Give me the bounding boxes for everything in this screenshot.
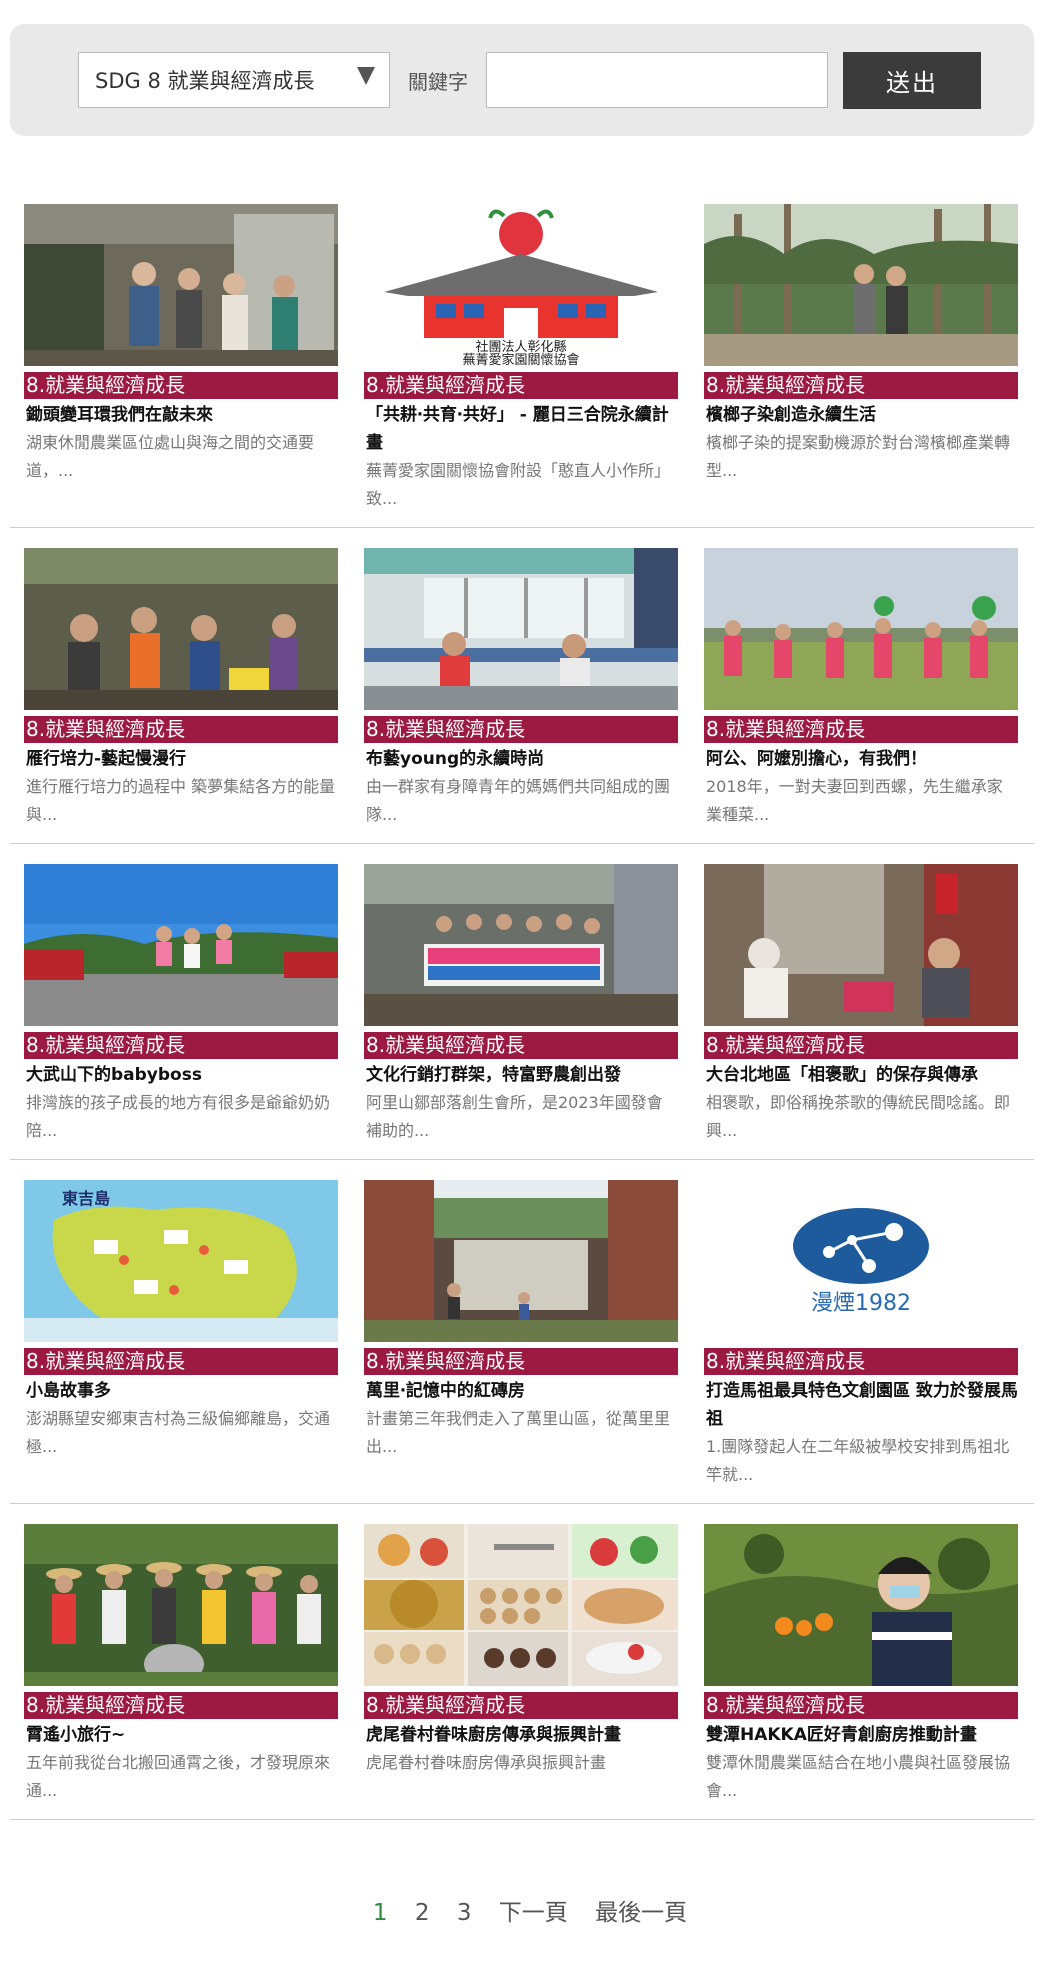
story-title[interactable]: 霄遙小旅行~ xyxy=(24,1721,338,1749)
story-description: 2018年，一對夫妻回到西螺，先生繼承家業種菜... xyxy=(706,777,1003,824)
story-card[interactable]: 8.就業與經濟成長 鋤頭變耳環我們在敲未來 湖東休閒農業區位處山與海之間的交通要… xyxy=(24,204,338,527)
category-tag: 8.就業與經濟成長 xyxy=(24,1348,338,1375)
story-title[interactable]: 雙潭HAKKA匠好青創廚房推動計畫 xyxy=(704,1721,1018,1749)
story-title[interactable]: 虎尾眷村眷味廚房傳承與振興計畫 xyxy=(364,1721,678,1749)
dropdown-arrow-icon xyxy=(357,67,375,85)
story-description: 相褒歌，即俗稱挽茶歌的傳統民間唸謠。即興... xyxy=(706,1093,1011,1140)
card-row: 8.就業與經濟成長 大武山下的babyboss 排灣族的孩子成長的地方有很多是爺… xyxy=(10,844,1034,1160)
category-tag: 8.就業與經濟成長 xyxy=(24,1692,338,1719)
story-title[interactable]: 大台北地區「相褒歌」的保存與傳承 xyxy=(704,1061,1018,1089)
story-description: 蕪菁愛家園關懷協會附設「憨直人小作所」致... xyxy=(366,461,671,508)
story-card[interactable]: 漫煙1982 8.就業與經濟成長 打造馬祖最具特色文創園區 致力於發展馬祖 1.… xyxy=(704,1180,1018,1503)
story-description: 雙潭休閒農業區結合在地小農與社區發展協會... xyxy=(706,1753,1011,1800)
keyword-label: 關鍵字 xyxy=(408,69,468,94)
story-card[interactable]: 8.就業與經濟成長 霄遙小旅行~ 五年前我從台北搬回通霄之後，才發現原來通... xyxy=(24,1524,338,1819)
submit-button[interactable]: 送出 xyxy=(843,52,981,109)
story-title[interactable]: 大武山下的babyboss xyxy=(24,1061,338,1089)
keyword-input[interactable] xyxy=(486,52,828,108)
category-tag: 8.就業與經濟成長 xyxy=(704,1348,1018,1375)
story-thumbnail[interactable] xyxy=(24,864,338,1026)
story-title[interactable]: 檳榔子染創造永續生活 xyxy=(704,401,1018,429)
story-card[interactable]: 8.就業與經濟成長 阿公、阿嬤別擔心，有我們！ 2018年，一對夫妻回到西螺，先… xyxy=(704,548,1018,843)
story-title[interactable]: 「共耕‧共育‧共好」 - 麗日三合院永續計畫 xyxy=(364,401,678,457)
category-tag: 8.就業與經濟成長 xyxy=(364,1032,678,1059)
story-description: 虎尾眷村眷味廚房傳承與振興計畫 xyxy=(366,1753,607,1772)
category-tag: 8.就業與經濟成長 xyxy=(24,1032,338,1059)
page-link-2[interactable]: 2 xyxy=(415,1900,430,1926)
story-thumbnail[interactable] xyxy=(704,1524,1018,1686)
story-description: 檳榔子染的提案動機源於對台灣檳榔產業轉型... xyxy=(706,433,1011,480)
story-description: 1.團隊發起人在二年級被學校安排到馬祖北竿就... xyxy=(706,1437,1010,1484)
story-grid: 8.就業與經濟成長 鋤頭變耳環我們在敲未來 湖東休閒農業區位處山與海之間的交通要… xyxy=(10,184,1034,1820)
story-card[interactable]: 社團法人彰化縣 蕪菁愛家園關懷協會 8.就業與經濟成長 「共耕‧共育‧共好」 -… xyxy=(364,204,678,527)
story-thumbnail[interactable]: 東吉島 xyxy=(24,1180,338,1342)
sdg-category-select[interactable]: SDG 8 就業與經濟成長 xyxy=(78,52,390,108)
story-thumbnail[interactable] xyxy=(24,1524,338,1686)
story-description: 阿里山鄒部落創生會所，是2023年國發會補助的... xyxy=(366,1093,663,1140)
story-card[interactable]: 8.就業與經濟成長 文化行銷打群架，特富野農創出發 阿里山鄒部落創生會所，是20… xyxy=(364,864,678,1159)
card-row: 8.就業與經濟成長 雁行培力-藝起慢漫行 進行雁行培力的過程中 築夢集結各方的能… xyxy=(10,528,1034,844)
category-tag: 8.就業與經濟成長 xyxy=(24,716,338,743)
sdg-category-selected-value: SDG 8 就業與經濟成長 xyxy=(95,69,315,93)
story-card[interactable]: 8.就業與經濟成長 雙潭HAKKA匠好青創廚房推動計畫 雙潭休閒農業區結合在地小… xyxy=(704,1524,1018,1819)
story-title[interactable]: 文化行銷打群架，特富野農創出發 xyxy=(364,1061,678,1089)
story-title[interactable]: 布藝young的永續時尚 xyxy=(364,745,678,773)
story-card[interactable]: 8.就業與經濟成長 檳榔子染創造永續生活 檳榔子染的提案動機源於對台灣檳榔產業轉… xyxy=(704,204,1018,527)
page-link-3[interactable]: 3 xyxy=(457,1900,472,1926)
card-row: 8.就業與經濟成長 霄遙小旅行~ 五年前我從台北搬回通霄之後，才發現原來通... xyxy=(10,1504,1034,1820)
last-page-link[interactable]: 最後一頁 xyxy=(595,1900,687,1926)
story-title[interactable]: 萬里‧記憶中的紅磚房 xyxy=(364,1377,678,1405)
story-description: 排灣族的孩子成長的地方有很多是爺爺奶奶陪... xyxy=(26,1093,331,1140)
story-thumbnail[interactable] xyxy=(364,864,678,1026)
category-tag: 8.就業與經濟成長 xyxy=(364,1692,678,1719)
story-title[interactable]: 小島故事多 xyxy=(24,1377,338,1405)
category-tag: 8.就業與經濟成長 xyxy=(704,716,1018,743)
card-row: 東吉島 8.就業與經濟成長 小島故事多 澎湖縣望安鄉東吉村為三級偏鄉離島，交通極… xyxy=(10,1160,1034,1504)
story-thumbnail[interactable] xyxy=(364,548,678,710)
story-card[interactable]: 8.就業與經濟成長 大武山下的babyboss 排灣族的孩子成長的地方有很多是爺… xyxy=(24,864,338,1159)
search-panel: SDG 8 就業與經濟成長 關鍵字 送出 xyxy=(10,24,1034,136)
story-title[interactable]: 打造馬祖最具特色文創園區 致力於發展馬祖 xyxy=(704,1377,1018,1433)
story-thumbnail[interactable] xyxy=(24,204,338,366)
story-description: 由一群家有身障青年的媽媽們共同組成的團隊... xyxy=(366,777,671,824)
story-card[interactable]: 8.就業與經濟成長 萬里‧記憶中的紅磚房 計畫第三年我們走入了萬里山區，從萬里里… xyxy=(364,1180,678,1503)
story-thumbnail[interactable] xyxy=(704,864,1018,1026)
story-thumbnail[interactable]: 社團法人彰化縣 蕪菁愛家園關懷協會 xyxy=(364,204,678,366)
page-link-1[interactable]: 1 xyxy=(373,1900,388,1926)
story-description: 澎湖縣望安鄉東吉村為三級偏鄉離島，交通極... xyxy=(26,1409,331,1456)
story-thumbnail[interactable] xyxy=(364,1524,678,1686)
story-title[interactable]: 鋤頭變耳環我們在敲未來 xyxy=(24,401,338,429)
story-card[interactable]: 8.就業與經濟成長 大台北地區「相褒歌」的保存與傳承 相褒歌，即俗稱挽茶歌的傳統… xyxy=(704,864,1018,1159)
story-thumbnail[interactable]: 漫煙1982 xyxy=(704,1180,1018,1342)
next-page-link[interactable]: 下一頁 xyxy=(499,1900,568,1926)
story-thumbnail[interactable] xyxy=(704,204,1018,366)
story-card[interactable]: 8.就業與經濟成長 虎尾眷村眷味廚房傳承與振興計畫 虎尾眷村眷味廚房傳承與振興計… xyxy=(364,1524,678,1819)
brand-logo-text: 漫煙1982 xyxy=(811,1291,911,1316)
category-tag: 8.就業與經濟成長 xyxy=(704,1032,1018,1059)
story-thumbnail[interactable] xyxy=(704,548,1018,710)
story-description: 進行雁行培力的過程中 築夢集結各方的能量與... xyxy=(26,777,336,824)
story-title[interactable]: 阿公、阿嬤別擔心，有我們！ xyxy=(704,745,1018,773)
story-title[interactable]: 雁行培力-藝起慢漫行 xyxy=(24,745,338,773)
story-thumbnail[interactable] xyxy=(364,1180,678,1342)
story-thumbnail[interactable] xyxy=(24,548,338,710)
story-description: 湖東休閒農業區位處山與海之間的交通要道，... xyxy=(26,433,315,480)
category-tag: 8.就業與經濟成長 xyxy=(704,1692,1018,1719)
story-card[interactable]: 東吉島 8.就業與經濟成長 小島故事多 澎湖縣望安鄉東吉村為三級偏鄉離島，交通極… xyxy=(24,1180,338,1503)
story-description: 計畫第三年我們走入了萬里山區，從萬里里出... xyxy=(366,1409,671,1456)
org-logo-line2: 蕪菁愛家園關懷協會 xyxy=(462,352,579,366)
story-description: 五年前我從台北搬回通霄之後，才發現原來通... xyxy=(26,1753,331,1800)
card-row: 8.就業與經濟成長 鋤頭變耳環我們在敲未來 湖東休閒農業區位處山與海之間的交通要… xyxy=(10,184,1034,528)
category-tag: 8.就業與經濟成長 xyxy=(364,716,678,743)
category-tag: 8.就業與經濟成長 xyxy=(24,372,338,399)
category-tag: 8.就業與經濟成長 xyxy=(364,372,678,399)
story-card[interactable]: 8.就業與經濟成長 布藝young的永續時尚 由一群家有身障青年的媽媽們共同組成… xyxy=(364,548,678,843)
story-card[interactable]: 8.就業與經濟成長 雁行培力-藝起慢漫行 進行雁行培力的過程中 築夢集結各方的能… xyxy=(24,548,338,843)
category-tag: 8.就業與經濟成長 xyxy=(364,1348,678,1375)
pagination: 1 2 3 下一頁 最後一頁 xyxy=(0,1893,1060,1927)
category-tag: 8.就業與經濟成長 xyxy=(704,372,1018,399)
island-map-title: 東吉島 xyxy=(62,1189,110,1208)
